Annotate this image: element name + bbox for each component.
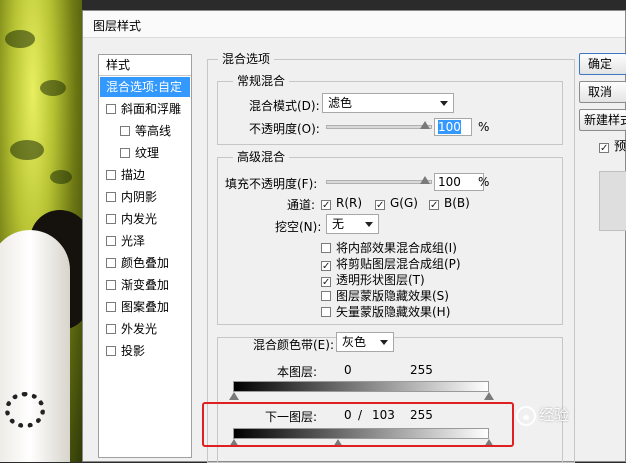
- style-item-bevel-emboss[interactable]: 斜面和浮雕: [100, 99, 196, 119]
- stroke-checkbox[interactable]: [106, 170, 116, 180]
- satin-checkbox[interactable]: [106, 236, 116, 246]
- transparency-shapes-layer-checkbox[interactable]: [321, 277, 331, 287]
- style-item-gradient-overlay[interactable]: 渐变叠加: [100, 275, 196, 295]
- fill-opacity-unit: %: [478, 175, 490, 189]
- blend-if-label: 混合颜色带(E):: [253, 338, 334, 352]
- styles-list-header: 样式: [99, 55, 191, 76]
- channel-r-checkbox[interactable]: [321, 200, 331, 210]
- layer-mask-hides-effects-checkbox[interactable]: [321, 291, 331, 301]
- style-item-drop-shadow[interactable]: 投影: [100, 341, 196, 361]
- blending-options-title: 混合选项: [218, 50, 275, 67]
- advanced-blending-title: 高级混合: [233, 148, 290, 165]
- channel-b-checkbox[interactable]: [429, 200, 439, 210]
- styles-list: 样式 混合选项:自定 斜面和浮雕 等高线 纹理 描边 内阴影 内发光 光泽 颜色…: [98, 54, 192, 458]
- vector-mask-hides-effects-checkbox[interactable]: [321, 307, 331, 317]
- preview-checkbox[interactable]: [599, 143, 609, 153]
- new-style-button[interactable]: 新建样式...: [579, 109, 626, 131]
- background-photo: [0, 0, 82, 462]
- fill-opacity-label: 填充不透明度(F):: [225, 177, 318, 191]
- style-item-color-overlay[interactable]: 颜色叠加: [100, 253, 196, 273]
- inner-shadow-checkbox[interactable]: [106, 192, 116, 202]
- blend-mode-label: 混合模式(D):: [249, 99, 320, 113]
- style-item-pattern-overlay[interactable]: 图案叠加: [100, 297, 196, 317]
- opacity-unit: %: [478, 120, 490, 134]
- vector-mask-hides-effects-option[interactable]: 矢量蒙版隐藏效果(H): [321, 303, 450, 320]
- style-item-outer-glow[interactable]: 外发光: [100, 319, 196, 339]
- general-blending-title: 常规混合: [233, 72, 290, 89]
- style-item-satin[interactable]: 光泽: [100, 231, 196, 251]
- channel-g-checkbox[interactable]: [375, 200, 385, 210]
- blend-mode-select[interactable]: 滤色: [322, 93, 454, 113]
- texture-checkbox[interactable]: [120, 148, 130, 158]
- opacity-slider-thumb[interactable]: [420, 121, 430, 129]
- style-preview-thumbnail: [599, 171, 626, 231]
- blend-clipped-layers-option[interactable]: 将剪贴图层混合成组(P): [321, 255, 461, 272]
- bevel-emboss-checkbox[interactable]: [106, 104, 116, 114]
- this-layer-black-slider[interactable]: [229, 392, 239, 400]
- pattern-overlay-checkbox[interactable]: [106, 302, 116, 312]
- watermark: 经验: [516, 404, 569, 426]
- opacity-label: 不透明度(O):: [249, 122, 320, 136]
- style-item-texture[interactable]: 纹理: [100, 143, 210, 163]
- gradient-overlay-checkbox[interactable]: [106, 280, 116, 290]
- blend-if-select[interactable]: 灰色: [336, 332, 394, 352]
- knockout-select[interactable]: 无: [326, 214, 379, 234]
- transparency-shapes-layer-option[interactable]: 透明形状图层(T): [321, 271, 425, 288]
- channel-g[interactable]: G(G): [375, 196, 418, 210]
- blend-clipped-layers-checkbox[interactable]: [321, 261, 331, 271]
- channels-label: 通道:: [287, 198, 316, 212]
- paw-logo-icon: [516, 405, 536, 426]
- fill-opacity-slider[interactable]: [326, 180, 432, 184]
- knockout-label: 挖空(N):: [275, 220, 322, 234]
- chevron-down-icon: [440, 101, 448, 106]
- drop-shadow-checkbox[interactable]: [106, 346, 116, 356]
- layer-mask-hides-effects-option[interactable]: 图层蒙版隐藏效果(S): [321, 287, 449, 304]
- contour-checkbox[interactable]: [120, 126, 130, 136]
- this-layer-low-value: 0: [344, 363, 352, 377]
- style-item-inner-shadow[interactable]: 内阴影: [100, 187, 196, 207]
- ok-button[interactable]: 确定: [579, 53, 626, 75]
- this-layer-gradient-bar: [233, 381, 489, 392]
- chevron-down-icon: [365, 222, 373, 227]
- fill-opacity-input[interactable]: 100: [434, 173, 484, 191]
- channel-b[interactable]: B(B): [429, 196, 470, 210]
- this-layer-high-value: 255: [410, 363, 433, 377]
- channel-r[interactable]: R(R): [321, 196, 362, 210]
- style-item-contour[interactable]: 等高线: [100, 121, 210, 141]
- dialog-titlebar[interactable]: 图层样式: [83, 11, 625, 38]
- opacity-input[interactable]: 100: [434, 118, 472, 136]
- color-overlay-checkbox[interactable]: [106, 258, 116, 268]
- style-item-blending-options[interactable]: 混合选项:自定: [100, 77, 190, 97]
- fill-opacity-slider-thumb[interactable]: [420, 176, 430, 184]
- blend-interior-effects-checkbox[interactable]: [321, 243, 331, 253]
- layer-style-dialog: 图层样式 样式 混合选项:自定 斜面和浮雕 等高线 纹理 描边 内阴影 内发光 …: [82, 10, 626, 463]
- inner-glow-checkbox[interactable]: [106, 214, 116, 224]
- highlight-annotation: [202, 402, 514, 447]
- style-item-inner-glow[interactable]: 内发光: [100, 209, 196, 229]
- dialog-title: 图层样式: [93, 19, 142, 33]
- this-layer-white-slider[interactable]: [484, 392, 494, 400]
- chevron-down-icon: [380, 340, 388, 345]
- this-layer-label: 本图层:: [277, 365, 318, 379]
- outer-glow-checkbox[interactable]: [106, 324, 116, 334]
- opacity-slider[interactable]: [326, 125, 432, 129]
- cancel-button[interactable]: 取消: [579, 81, 626, 103]
- style-item-stroke[interactable]: 描边: [100, 165, 196, 185]
- blend-interior-effects-option[interactable]: 将内部效果混合成组(I): [321, 239, 457, 256]
- preview-option[interactable]: 预览: [599, 137, 626, 154]
